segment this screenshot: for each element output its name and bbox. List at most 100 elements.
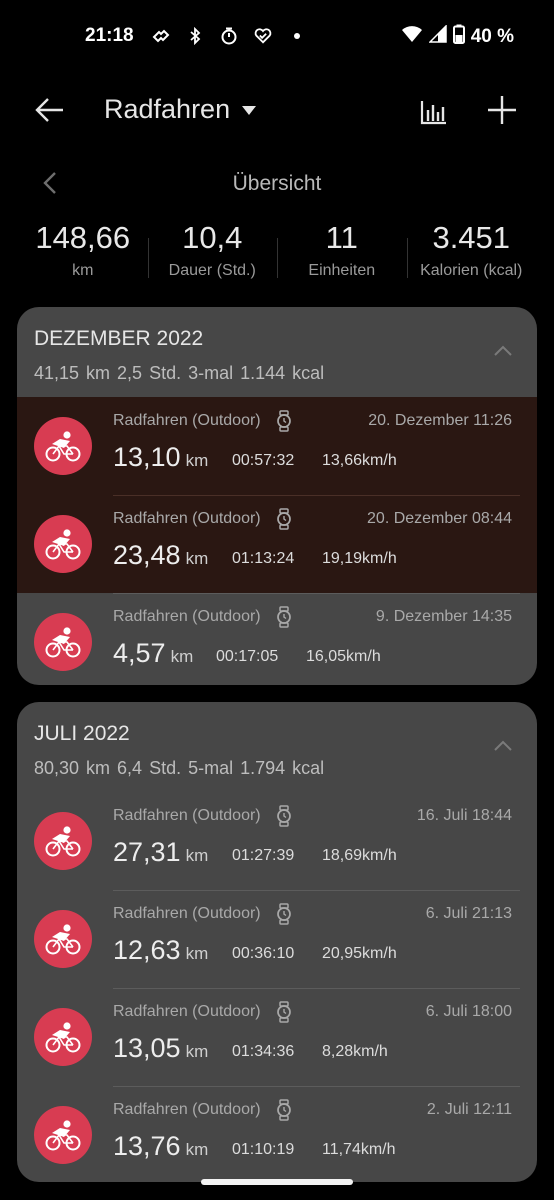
distance-value: 13,10 (113, 442, 181, 472)
cycling-icon (34, 910, 92, 968)
activity-row[interactable]: Radfahren (Outdoor) 6. Juli 18:00 13,05 km 0… (17, 988, 537, 1086)
stat-value: 148,66 (35, 220, 131, 255)
activity-distance: 13,05 km (113, 1033, 208, 1064)
activity-date: 6. Juli 21:13 (425, 905, 512, 922)
activity-metrics: 13,10 km 00:57:32 13,66km/h (113, 439, 513, 473)
row-divider (113, 495, 520, 496)
activity-type: Radfahren (Outdoor) (113, 608, 261, 625)
back-button[interactable] (30, 90, 70, 130)
activity-type: Radfahren (Outdoor) (113, 510, 261, 527)
sport-type-dropdown[interactable]: Radfahren (104, 94, 257, 125)
activity-row[interactable]: Radfahren (Outdoor) 9. Dezember 14:35 4,57… (17, 593, 537, 685)
activity-duration: 01:34:36 (232, 1043, 295, 1060)
activity-metrics: 27,31 km 01:27:39 18,69km/h (113, 834, 513, 868)
status-time: 21:18 (85, 25, 134, 46)
cycling-icon (34, 613, 92, 671)
collapse-button[interactable] (491, 343, 515, 359)
activity-row[interactable]: Radfahren (Outdoor) 20. Dezember 08:44 23,… (17, 495, 537, 593)
distance-value: 13,05 (113, 1033, 181, 1063)
activity-list: Radfahren (Outdoor) 20. Dezember 11:26 13,… (17, 397, 537, 685)
bar-chart-icon (420, 101, 446, 125)
activity-speed: 19,19km/h (322, 550, 397, 567)
activity-metrics: 23,48 km 01:13:24 19,19km/h (113, 537, 513, 571)
activity-metrics: 13,76 km 01:10:19 11,74km/h (113, 1128, 513, 1162)
dot-icon (288, 26, 306, 46)
activity-date: 16. Juli 18:44 (416, 807, 512, 824)
gesture-nav-handle[interactable] (201, 1179, 353, 1185)
battery-icon (452, 24, 465, 49)
stat-value: 10,4 (182, 220, 243, 255)
watch-icon (276, 508, 292, 530)
activity-date: 9. Dezember 14:35 (375, 608, 512, 625)
activity-date: 2. Juli 12:11 (426, 1101, 512, 1118)
activity-speed: 16,05km/h (306, 648, 381, 665)
stat-label: km (72, 262, 94, 279)
activity-date: 20. Dezember 08:44 (367, 510, 512, 527)
activity-metrics: 12,63 km 00:36:10 20,95km/h (113, 932, 513, 966)
activity-type: Radfahren (Outdoor) (113, 905, 261, 922)
activity-distance: 13,76 km (113, 1131, 208, 1162)
activity-row[interactable]: Radfahren (Outdoor) 20. Dezember 11:26 13,… (17, 397, 537, 495)
activity-metrics: 4,57 km 00:17:05 16,05km/h (113, 635, 513, 669)
status-bar: 21:18 40 % (0, 0, 554, 72)
activity-type: Radfahren (Outdoor) (113, 1101, 261, 1118)
row-divider (113, 890, 520, 891)
bluetooth-icon (186, 26, 204, 46)
activity-metrics: 13,05 km 01:34:36 8,28km/h (113, 1030, 513, 1064)
distance-value: 12,63 (113, 935, 181, 965)
cycling-icon (34, 1106, 92, 1164)
month-card-header[interactable]: DEZEMBER 2022 41,15 km 2,5 Std. 3-mal 1.… (17, 307, 537, 397)
month-card-header[interactable]: JULI 2022 80,30 km 6,4 Std. 5-mal 1.794 … (17, 702, 537, 792)
month-summary: 41,15 km 2,5 Std. 3-mal 1.144 kcal (34, 363, 325, 383)
distance-value: 4,57 (113, 638, 166, 668)
activity-speed: 20,95km/h (322, 945, 397, 962)
distance-unit: km (185, 846, 209, 865)
activity-distance: 13,10 km (113, 442, 208, 473)
watch-icon (276, 1001, 292, 1023)
distance-unit: km (170, 647, 194, 666)
activity-duration: 01:13:24 (232, 550, 295, 567)
distance-unit: km (185, 944, 209, 963)
activity-speed: 11,74km/h (322, 1141, 396, 1158)
overview-header: Übersicht (0, 168, 554, 200)
activity-row[interactable]: Radfahren (Outdoor) 16. Juli 18:44 27,31 km… (17, 792, 537, 890)
distance-unit: km (185, 549, 209, 568)
stat-sessions: 11 Einheiten (277, 220, 407, 290)
activity-type: Radfahren (Outdoor) (113, 807, 261, 824)
wifi-icon (401, 25, 423, 48)
chevron-up-icon (494, 345, 512, 356)
activity-duration: 00:36:10 (232, 945, 295, 962)
add-button[interactable] (482, 90, 522, 130)
watch-icon (276, 1099, 292, 1121)
stat-duration: 10,4 Dauer (Std.) (147, 220, 278, 290)
dropdown-caret-icon (242, 106, 257, 115)
signal-wave-icon (152, 26, 170, 46)
month-summary: 80,30 km 6,4 Std. 5-mal 1.794 kcal (34, 758, 325, 778)
activity-duration: 00:57:32 (232, 452, 295, 469)
battery-percentage: 40 % (470, 25, 514, 47)
statistics-button[interactable] (414, 92, 454, 132)
activity-distance: 12,63 km (113, 935, 208, 966)
activity-date: 6. Juli 18:00 (425, 1003, 512, 1020)
overview-title: Übersicht (232, 172, 322, 195)
plus-icon (488, 96, 516, 124)
overview-stats: 148,66 km 10,4 Dauer (Std.) 11 Einheiten… (18, 220, 536, 290)
stat-label: Einheiten (308, 262, 376, 279)
activity-distance: 4,57 km (113, 638, 193, 669)
activity-row[interactable]: Radfahren (Outdoor) 6. Juli 21:13 12,63 km 0… (17, 890, 537, 988)
row-divider (113, 1086, 520, 1087)
cycling-icon (34, 812, 92, 870)
chevron-up-icon (494, 740, 512, 751)
activity-list: Radfahren (Outdoor) 16. Juli 18:44 27,31 km… (17, 792, 537, 1182)
collapse-button[interactable] (491, 738, 515, 754)
activity-speed: 8,28km/h (322, 1043, 388, 1060)
watch-icon (276, 606, 292, 628)
stat-label: Kalorien (kcal) (420, 262, 523, 279)
distance-unit: km (185, 1140, 209, 1159)
activity-duration: 01:27:39 (232, 847, 295, 864)
activity-speed: 18,69km/h (322, 847, 397, 864)
activity-date: 20. Dezember 11:26 (368, 412, 512, 429)
distance-unit: km (185, 1042, 209, 1061)
page-title: Radfahren (104, 94, 231, 124)
activity-row[interactable]: Radfahren (Outdoor) 2. Juli 12:11 13,76 km 0… (17, 1086, 537, 1182)
